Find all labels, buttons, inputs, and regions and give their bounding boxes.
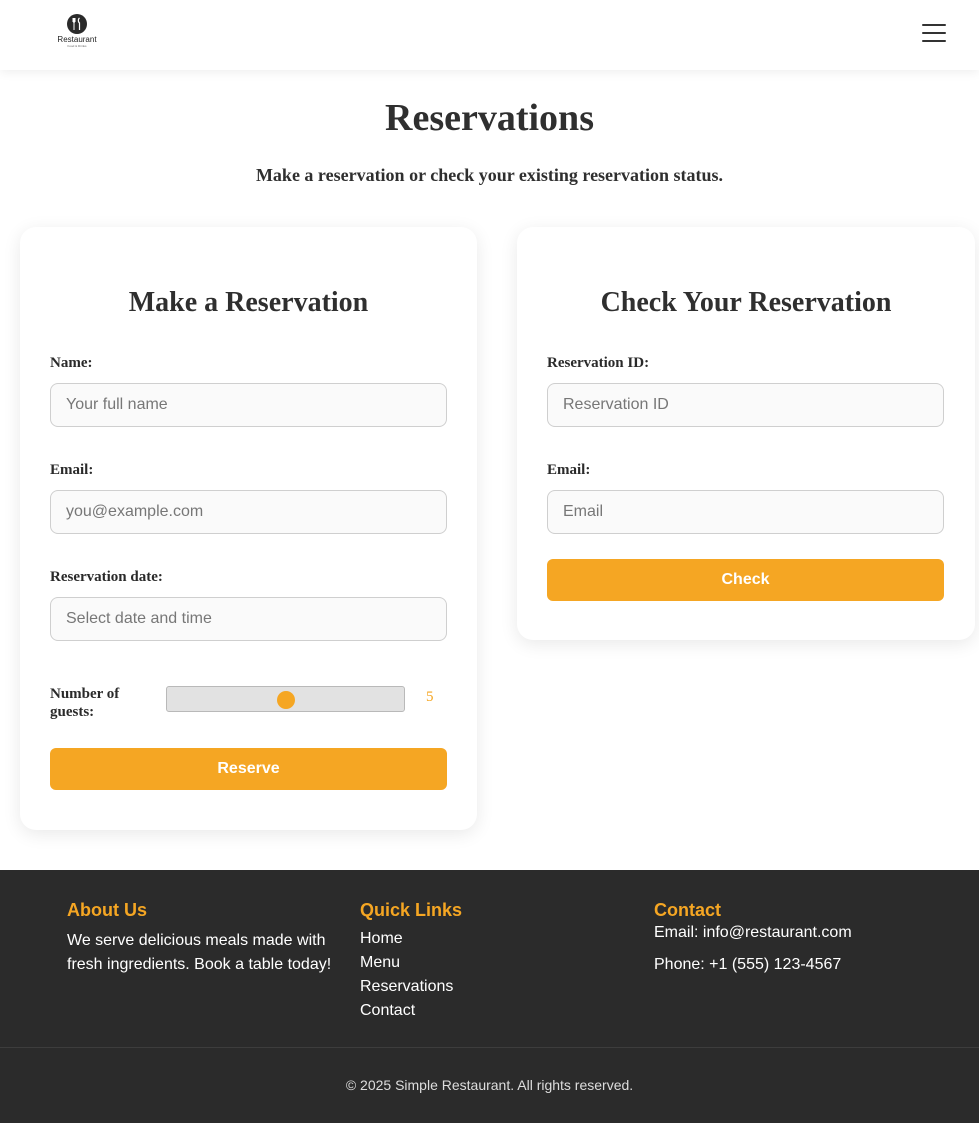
reservation-form-card: Make a Reservation Name: Email: Reservat… bbox=[20, 227, 477, 830]
copyright-text: © 2025 Simple Restaurant. All rights res… bbox=[345, 1077, 634, 1093]
check-reservation-card: Check Your Reservation Reservation ID: E… bbox=[517, 227, 975, 640]
guests-slider-thumb[interactable] bbox=[276, 691, 295, 709]
footer-contact-phone: Phone: +1 (555) 123-4567 bbox=[654, 956, 842, 973]
logo-tagline: Food & Drinks bbox=[67, 44, 87, 48]
date-label: Reservation date: bbox=[50, 569, 163, 585]
reservation-form-title: Make a Reservation bbox=[128, 287, 369, 318]
footer-contact-email: Email: info@restaurant.com bbox=[654, 924, 852, 941]
footer-contact-heading: Contact bbox=[654, 900, 721, 920]
footer-link-home[interactable]: Home bbox=[360, 927, 560, 951]
reservation-id-input[interactable] bbox=[547, 383, 944, 427]
name-input[interactable] bbox=[50, 383, 447, 427]
restaurant-logo[interactable]: Restaurant Food & Drinks bbox=[52, 14, 102, 54]
guests-slider[interactable] bbox=[166, 686, 405, 712]
footer-contact: Contact Email: info@restaurant.com Phone… bbox=[654, 900, 934, 987]
check-email-input[interactable] bbox=[547, 490, 944, 534]
check-button[interactable]: Check bbox=[547, 559, 944, 601]
logo-name: Restaurant bbox=[57, 35, 97, 44]
guests-value: 5 bbox=[426, 689, 434, 705]
email-label: Email: bbox=[50, 462, 94, 478]
footer-quick-links: Quick Links Home Menu Reservations Conta… bbox=[360, 900, 560, 1023]
footer-link-menu[interactable]: Menu bbox=[360, 951, 560, 975]
footer-about: About Us We serve delicious meals made w… bbox=[67, 900, 337, 977]
footer-divider bbox=[0, 1047, 979, 1048]
name-label: Name: bbox=[50, 355, 93, 371]
reserve-button[interactable]: Reserve bbox=[50, 748, 447, 790]
hamburger-menu-icon[interactable] bbox=[922, 24, 946, 44]
footer-about-text: We serve delicious meals made with fresh… bbox=[67, 932, 332, 973]
footer-link-contact[interactable]: Contact bbox=[360, 999, 560, 1023]
check-reservation-title: Check Your Reservation bbox=[600, 287, 892, 318]
footer-link-reservations[interactable]: Reservations bbox=[360, 975, 560, 999]
fork-knife-icon bbox=[67, 14, 87, 34]
footer-about-heading: About Us bbox=[67, 900, 147, 920]
page-title: Reservations bbox=[385, 97, 594, 139]
page-subtitle: Make a reservation or check your existin… bbox=[255, 165, 724, 185]
reservation-id-label: Reservation ID: bbox=[547, 355, 650, 371]
email-input[interactable] bbox=[50, 490, 447, 534]
site-header: Restaurant Food & Drinks bbox=[0, 0, 979, 70]
site-footer: About Us We serve delicious meals made w… bbox=[0, 870, 979, 1123]
footer-links-heading: Quick Links bbox=[360, 900, 463, 920]
date-input[interactable] bbox=[50, 597, 447, 641]
check-email-label: Email: bbox=[547, 462, 591, 478]
guests-label: Number of guests: bbox=[50, 686, 120, 720]
